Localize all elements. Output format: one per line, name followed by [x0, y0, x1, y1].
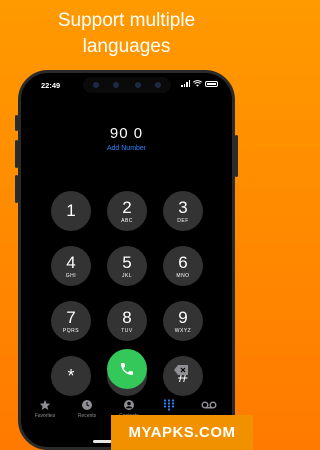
key-1[interactable]: 1 — [51, 191, 91, 231]
key-letters: WXYZ — [174, 327, 192, 334]
key-7[interactable]: 7 PQRS — [51, 301, 91, 341]
tab-voicemail[interactable] — [189, 399, 229, 413]
signal-icon — [181, 80, 190, 87]
key-hash[interactable]: # — [163, 356, 203, 396]
tab-label: Recents — [77, 413, 97, 419]
key-letters: GHI — [65, 272, 77, 279]
battery-icon — [205, 80, 218, 87]
key-digit: 2 — [122, 197, 132, 217]
watermark-logo: MYAPKS.COM — [111, 415, 253, 450]
sensor-dot-icon — [135, 82, 141, 88]
camera-dot-icon — [93, 82, 99, 88]
tab-favorites[interactable]: Favorites — [25, 399, 65, 419]
key-letters: MNO — [176, 272, 190, 279]
delete-button[interactable] — [173, 363, 189, 375]
key-letters: DEF — [177, 217, 189, 224]
person-icon — [124, 400, 134, 410]
key-digit: 4 — [66, 252, 76, 272]
add-number-link[interactable]: Add Number — [21, 145, 232, 152]
sensor-dot-icon — [113, 82, 119, 88]
tab-keypad[interactable] — [149, 399, 189, 413]
keypad-icon — [163, 399, 175, 411]
headline: Support multiple languages — [0, 8, 253, 60]
backspace-icon — [174, 365, 188, 375]
camera-dot-icon — [155, 82, 161, 88]
dynamic-island — [83, 77, 171, 93]
key-3[interactable]: 3 DEF — [163, 191, 203, 231]
star-icon — [39, 400, 51, 410]
key-digit: 7 — [66, 307, 76, 327]
status-icons — [181, 80, 218, 87]
phone-icon — [121, 363, 133, 375]
key-letters: ABC — [121, 217, 133, 224]
status-bar: 22:49 — [21, 73, 232, 95]
dialed-number: 90 0 — [109, 125, 144, 142]
call-button[interactable] — [107, 349, 147, 389]
status-time: 22:49 — [41, 81, 61, 90]
key-digit: * — [67, 365, 75, 386]
clock-icon — [82, 400, 92, 410]
key-5[interactable]: 5 JKL — [107, 246, 147, 286]
voicemail-icon — [201, 401, 217, 409]
phone-side-button-right — [235, 135, 238, 177]
tab-label: Favorites — [34, 413, 56, 419]
key-letters: PQRS — [62, 327, 80, 334]
key-star[interactable]: * — [51, 356, 91, 396]
key-digit: 6 — [178, 252, 188, 272]
key-letters: TUV — [121, 327, 133, 334]
wifi-icon — [193, 80, 202, 87]
phone-frame: 22:49 90 0 Add Number 1 2 ABC 3 DEF 4 GHI 5… — [18, 70, 235, 450]
key-letters: JKL — [121, 272, 133, 279]
key-8[interactable]: 8 TUV — [107, 301, 147, 341]
key-4[interactable]: 4 GHI — [51, 246, 91, 286]
key-9[interactable]: 9 WXYZ — [163, 301, 203, 341]
tab-recents[interactable]: Recents — [67, 399, 107, 419]
key-6[interactable]: 6 MNO — [163, 246, 203, 286]
key-digit: 9 — [178, 307, 188, 327]
key-digit: 5 — [122, 252, 132, 272]
key-2[interactable]: 2 ABC — [107, 191, 147, 231]
key-digit: 8 — [122, 307, 132, 327]
key-digit: 1 — [66, 200, 76, 220]
headline-line-2: languages — [82, 36, 171, 57]
headline-line-1: Support multiple — [57, 10, 196, 31]
key-digit: 3 — [178, 197, 188, 217]
